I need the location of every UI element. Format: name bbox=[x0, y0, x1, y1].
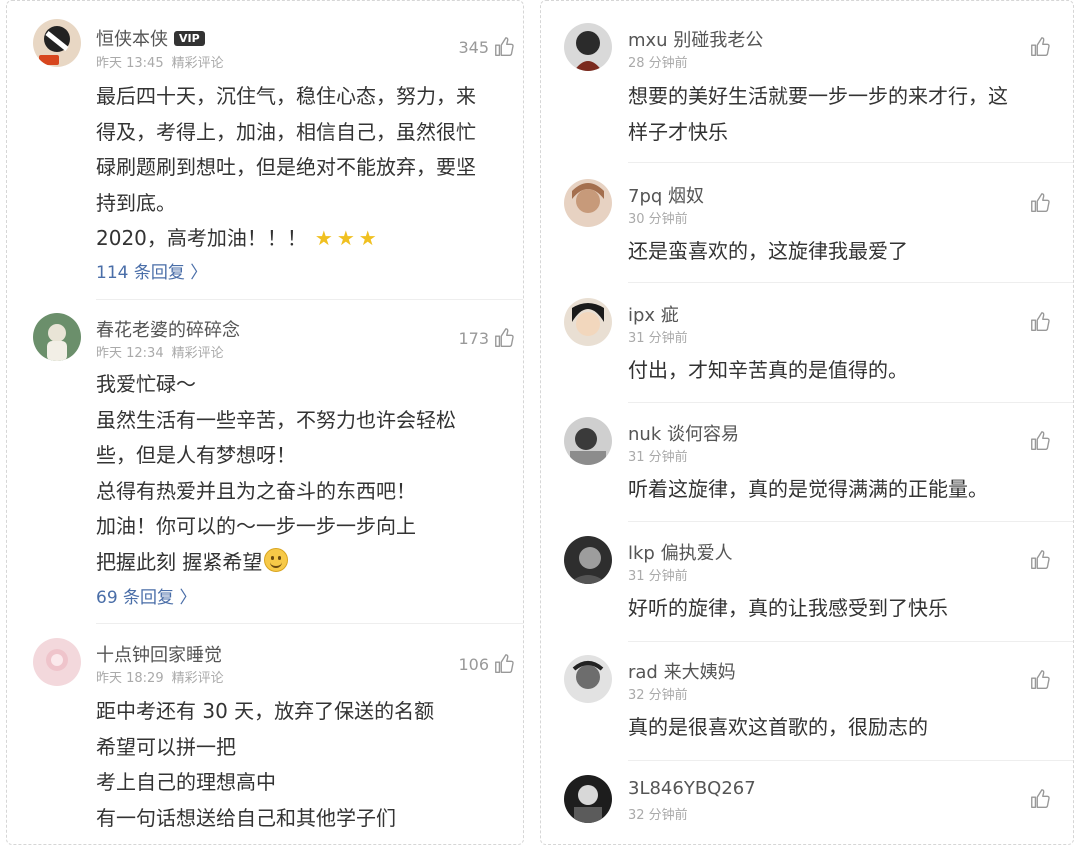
replies-link[interactable]: 114 条回复 〉 bbox=[96, 258, 207, 283]
comment-meta: 昨天 13:45 精彩评论 bbox=[96, 52, 232, 71]
smile-emoji-icon bbox=[264, 547, 289, 572]
thumbs-up-icon bbox=[493, 327, 515, 349]
like-button[interactable] bbox=[1029, 430, 1051, 452]
vip-badge: VIP bbox=[174, 31, 205, 46]
like-button[interactable] bbox=[1029, 549, 1051, 571]
thumbs-up-icon bbox=[1029, 36, 1051, 58]
like-button[interactable] bbox=[1029, 36, 1051, 58]
like-button[interactable] bbox=[1029, 669, 1051, 691]
timestamp: 昨天 13:45 bbox=[96, 56, 164, 71]
timestamp: 昨天 18:29 bbox=[96, 671, 164, 686]
username[interactable]: mxu 别碰我老公 bbox=[628, 26, 763, 52]
comment-text: 距中考还有 30 天，放弃了保送的名额 希望可以拼一把 考上自己的理想高中 有一… bbox=[96, 699, 435, 830]
avatar[interactable] bbox=[564, 23, 612, 71]
username[interactable]: lkp 偏执爱人 bbox=[628, 539, 733, 565]
avatar[interactable] bbox=[33, 638, 81, 686]
comment-text: 真的是很喜欢这首歌的，很励志的 bbox=[628, 715, 928, 739]
timestamp: 昨天 12:34 bbox=[96, 346, 164, 361]
comment-text: 想要的美好生活就要一步一步的来才行，这 样子才快乐 bbox=[628, 84, 1008, 144]
thumbs-up-icon bbox=[493, 653, 515, 675]
username[interactable]: 春花老婆的碎碎念 bbox=[96, 316, 240, 342]
username[interactable]: ipx 疵 bbox=[628, 301, 679, 327]
featured-tag: 精彩评论 bbox=[171, 671, 224, 686]
comment-text: 好听的旋律，真的让我感受到了快乐 bbox=[628, 596, 948, 620]
like-button[interactable] bbox=[1029, 311, 1051, 333]
avatar[interactable] bbox=[33, 313, 81, 361]
comment-text: 我爱忙碌～ 虽然生活有一些辛苦，不努力也许会轻松 些，但是人有梦想呀！ 总得有热… bbox=[96, 372, 456, 574]
left-comment-panel: 恒侠本侠 VIP 昨天 13:45 精彩评论 345 最后四十天，沉住气，稳住心态，… bbox=[6, 0, 524, 845]
username[interactable]: 十点钟回家睡觉 bbox=[96, 641, 222, 667]
avatar[interactable] bbox=[564, 298, 612, 346]
comment-text: 听着这旋律，真的是觉得满满的正能量。 bbox=[628, 477, 988, 501]
thumbs-up-icon bbox=[1029, 430, 1051, 452]
thumbs-up-icon bbox=[493, 36, 515, 58]
timestamp: 32 分钟前 bbox=[628, 808, 688, 823]
thumbs-up-icon bbox=[1029, 311, 1051, 333]
thumbs-up-icon bbox=[1029, 549, 1051, 571]
username[interactable]: 3L846YBQ267 bbox=[628, 778, 756, 799]
like-button[interactable] bbox=[1029, 192, 1051, 214]
like-count: 345 bbox=[458, 37, 489, 57]
avatar[interactable] bbox=[564, 179, 612, 227]
divider bbox=[628, 402, 1073, 403]
comments-page: 恒侠本侠 VIP 昨天 13:45 精彩评论 345 最后四十天，沉住气，稳住心态，… bbox=[0, 0, 1080, 845]
avatar[interactable] bbox=[564, 655, 612, 703]
thumbs-up-icon bbox=[1029, 192, 1051, 214]
comment-item: 恒侠本侠 VIP 昨天 13:45 精彩评论 345 最后四十天，沉住气，稳住心态，… bbox=[7, 1, 523, 301]
avatar[interactable] bbox=[564, 417, 612, 465]
like-count: 106 bbox=[458, 654, 489, 674]
like-button[interactable]: 173 bbox=[458, 327, 515, 349]
right-comment-panel: mxu 别碰我老公 28 分钟前 想要的美好生活就要一步一步的来才行，这 样子才… bbox=[540, 0, 1074, 845]
username[interactable]: rad 来大姨妈 bbox=[628, 658, 736, 684]
comment-meta: 昨天 12:34 精彩评论 bbox=[96, 342, 232, 361]
divider bbox=[628, 282, 1073, 283]
avatar[interactable] bbox=[564, 536, 612, 584]
featured-tag: 精彩评论 bbox=[171, 56, 224, 71]
divider bbox=[96, 299, 523, 300]
thumbs-up-icon bbox=[1029, 788, 1051, 810]
username[interactable]: 恒侠本侠 VIP bbox=[96, 25, 205, 51]
divider bbox=[96, 623, 523, 624]
timestamp: 28 分钟前 bbox=[628, 56, 688, 71]
comment-text: 付出，才知辛苦真的是值得的。 bbox=[628, 358, 908, 382]
timestamp: 31 分钟前 bbox=[628, 450, 688, 465]
divider bbox=[628, 521, 1073, 522]
timestamp: 32 分钟前 bbox=[628, 688, 688, 703]
thumbs-up-icon bbox=[1029, 669, 1051, 691]
featured-tag: 精彩评论 bbox=[171, 346, 224, 361]
divider bbox=[628, 641, 1073, 642]
divider bbox=[628, 162, 1073, 163]
divider bbox=[628, 760, 1073, 761]
star-emoji: ★★★ bbox=[314, 226, 381, 250]
like-button[interactable]: 106 bbox=[458, 653, 515, 675]
comment-text: 还是蛮喜欢的，这旋律我最爱了 bbox=[628, 239, 908, 263]
username[interactable]: nuk 谈何容易 bbox=[628, 420, 739, 446]
comment-meta: 昨天 18:29 精彩评论 bbox=[96, 667, 232, 686]
avatar[interactable] bbox=[33, 19, 81, 67]
like-button[interactable] bbox=[1029, 788, 1051, 810]
avatar[interactable] bbox=[564, 775, 612, 823]
comment-text: 最后四十天，沉住气，稳住心态，努力，来 得及，考得上，加油，相信自己，虽然很忙 … bbox=[96, 84, 476, 250]
like-count: 173 bbox=[458, 328, 489, 348]
timestamp: 30 分钟前 bbox=[628, 212, 688, 227]
like-button[interactable]: 345 bbox=[458, 36, 515, 58]
username[interactable]: 7pq 烟奴 bbox=[628, 182, 704, 208]
timestamp: 31 分钟前 bbox=[628, 569, 688, 584]
timestamp: 31 分钟前 bbox=[628, 331, 688, 346]
replies-link[interactable]: 69 条回复 〉 bbox=[96, 583, 196, 608]
